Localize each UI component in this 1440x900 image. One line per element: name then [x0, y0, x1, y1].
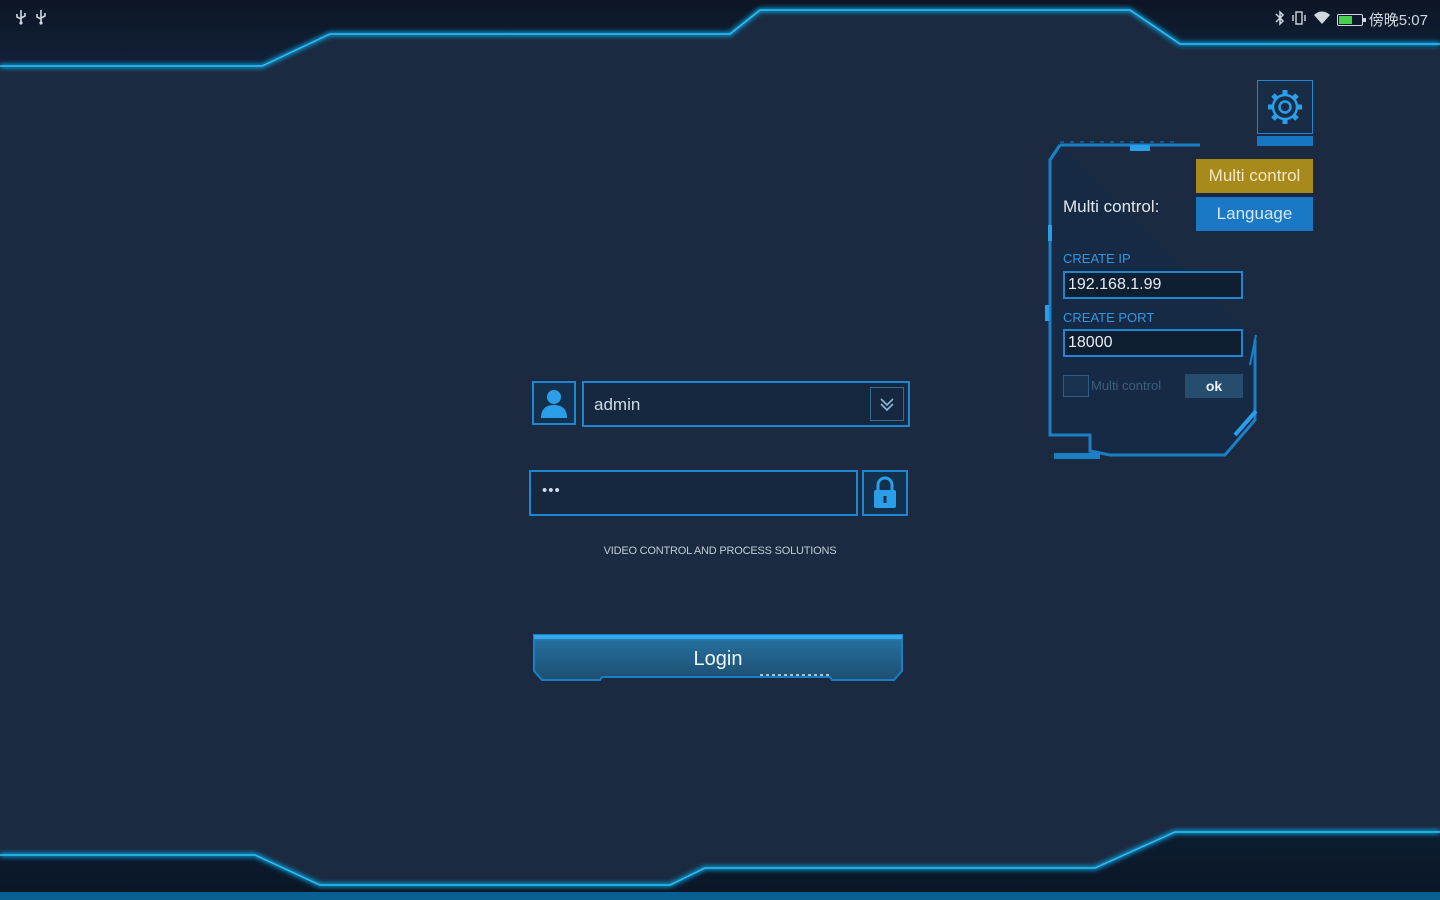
menu-item-multi-control[interactable]: Multi control [1196, 159, 1313, 193]
usb-icon [14, 9, 28, 30]
create-port-label: CREATE PORT [1063, 310, 1155, 325]
status-bar-right: 傍晚5:07 [1275, 9, 1428, 30]
login-button-label: Login [693, 648, 743, 670]
wifi-icon [1313, 11, 1331, 29]
password-field[interactable]: ••• [529, 470, 858, 516]
gear-icon [1268, 90, 1302, 124]
create-ip-input[interactable]: 192.168.1.99 [1063, 271, 1243, 299]
username-value: admin [594, 395, 641, 414]
settings-button[interactable] [1257, 80, 1313, 134]
bluetooth-icon [1275, 9, 1285, 30]
multi-control-checkbox-label: Multi control [1091, 378, 1162, 393]
status-time: 傍晚5:07 [1368, 12, 1428, 29]
login-button[interactable]: Login [532, 633, 904, 681]
password-value: ••• [542, 482, 561, 499]
chevron-down-icon [880, 398, 894, 412]
multi-control-checkbox[interactable] [1063, 375, 1089, 397]
status-bar-left [14, 9, 48, 30]
create-ip-label: CREATE IP [1063, 251, 1131, 266]
username-dropdown-button[interactable] [870, 387, 904, 421]
tagline: VIDEO CONTROL AND PROCESS SOLUTIONS [603, 545, 837, 557]
user-icon [532, 381, 576, 425]
lock-icon [862, 470, 908, 516]
multi-control-label: Multi control: [1063, 197, 1160, 216]
vibrate-icon [1291, 10, 1307, 29]
battery-icon [1336, 13, 1366, 26]
usb-icon [34, 9, 48, 30]
create-port-input[interactable]: 18000 [1063, 329, 1243, 357]
ok-button[interactable]: ok [1185, 374, 1243, 398]
menu-item-language[interactable]: Language [1196, 197, 1313, 231]
username-field[interactable]: admin [582, 381, 910, 427]
